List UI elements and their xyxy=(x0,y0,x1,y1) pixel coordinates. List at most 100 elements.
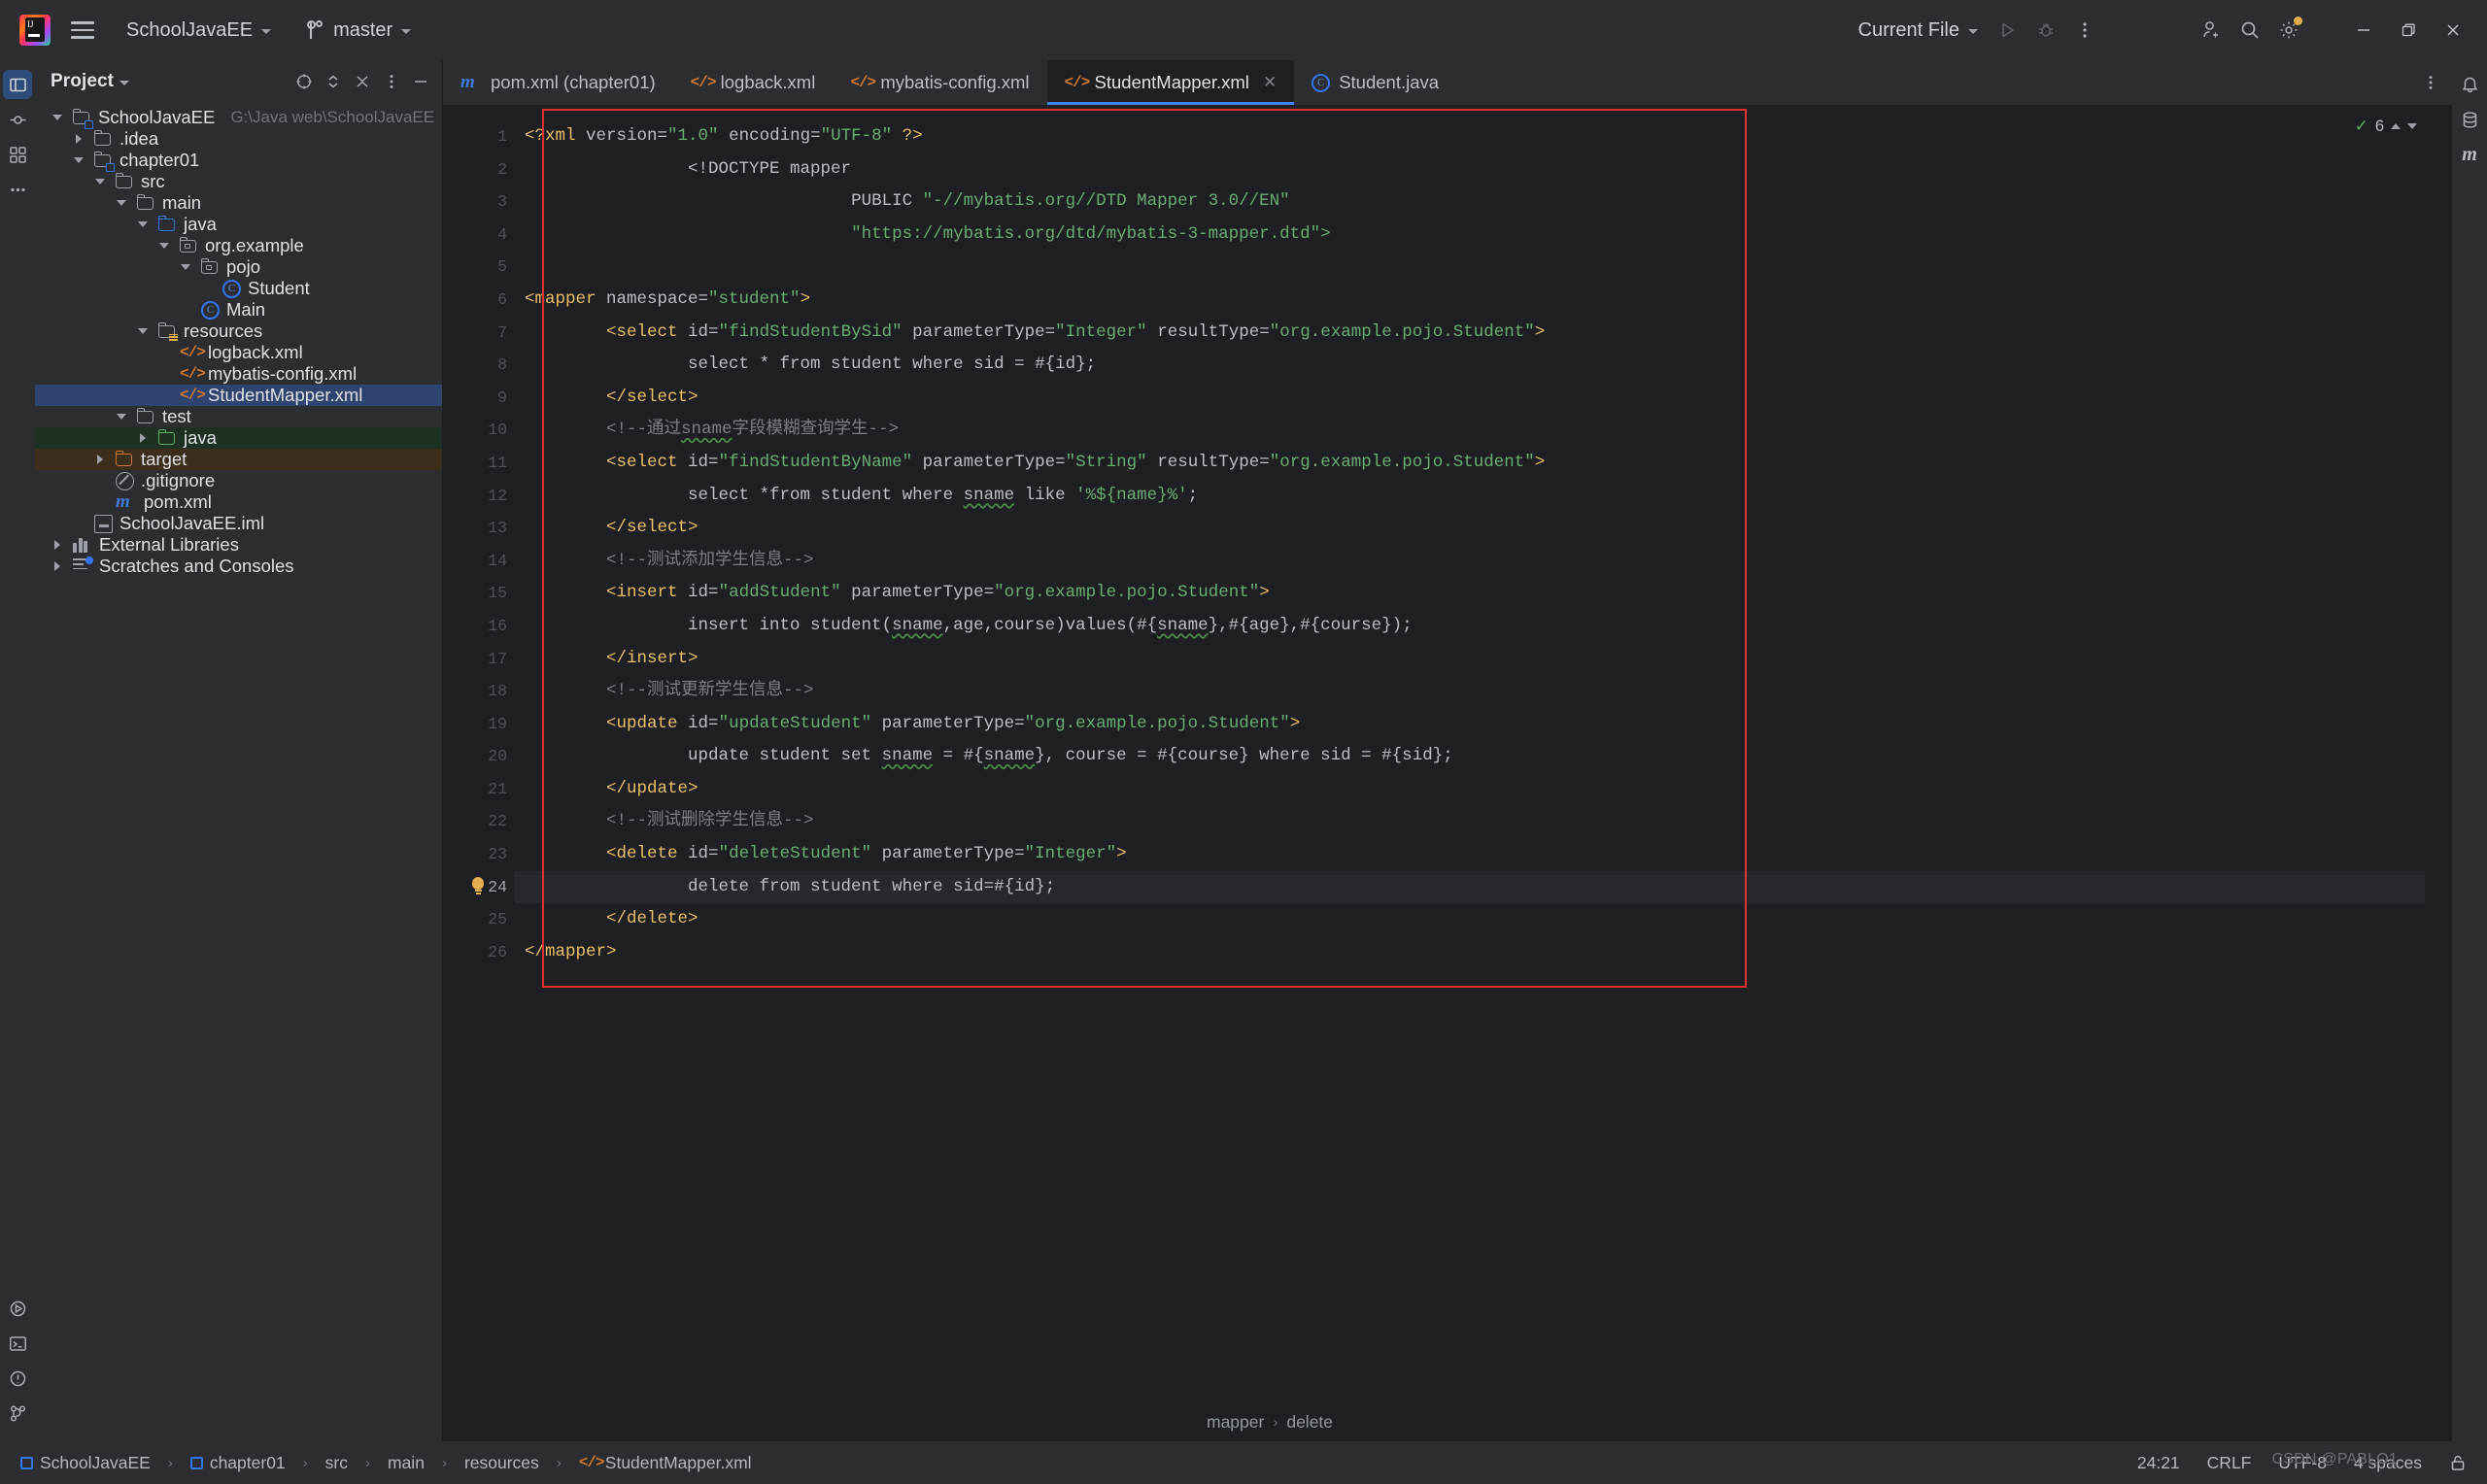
run-button[interactable] xyxy=(1988,11,2027,50)
editor-tab-mybatis-config-xml[interactable]: </> mybatis-config.xml xyxy=(833,60,1046,105)
line-number[interactable]: 12 xyxy=(443,480,515,513)
line-number[interactable]: 5 xyxy=(443,251,515,284)
line-number[interactable]: 16 xyxy=(443,610,515,643)
tree-item-scratches-and-consoles[interactable]: Scratches and Consoles xyxy=(35,556,442,577)
line-number[interactable]: 23 xyxy=(443,838,515,871)
tree-toggle-expanded-icon[interactable] xyxy=(49,109,66,126)
tree-item-pojo[interactable]: pojo xyxy=(35,256,442,278)
editor-code[interactable]: <?xml version="1.0" encoding="UTF-8" ?> … xyxy=(515,105,2425,1402)
line-number[interactable]: 22 xyxy=(443,805,515,838)
tree-item-pom-xml[interactable]: m pom.xml xyxy=(35,491,442,513)
caret-position[interactable]: 24:21 xyxy=(2130,1450,2187,1476)
code-line[interactable]: <select id="findStudentByName" parameter… xyxy=(515,447,2425,480)
editor-gutter[interactable]: 1 2 3 4 5 6 7 8 9 10 11 12 13 14 15 16 17 18 19 20 21 22 23 24 2… xyxy=(443,105,515,1402)
file-encoding[interactable]: UTF-8 xyxy=(2271,1450,2334,1476)
previous-problem-icon[interactable] xyxy=(2391,123,2401,129)
line-number[interactable]: 10 xyxy=(443,414,515,447)
code-line[interactable] xyxy=(515,251,2425,284)
tree-toggle-expanded-icon[interactable] xyxy=(91,173,109,190)
status-breadcrumb-item[interactable]: SchoolJavaEE xyxy=(14,1450,157,1476)
add-user-icon[interactable] xyxy=(2192,11,2231,50)
editor-tab-close-icon[interactable]: ✕ xyxy=(1263,73,1277,92)
branch-selector[interactable]: master xyxy=(298,15,421,47)
code-line[interactable]: </delete> xyxy=(515,903,2425,936)
tree-toggle-collapsed-icon[interactable] xyxy=(49,536,66,554)
editor-tab-logback-xml[interactable]: </> logback.xml xyxy=(673,60,834,105)
settings-gear-icon[interactable] xyxy=(2269,11,2308,50)
select-opened-file-icon[interactable] xyxy=(290,68,318,95)
rail-structure-icon[interactable] xyxy=(3,140,32,169)
debug-button[interactable] xyxy=(2027,11,2065,50)
line-number[interactable]: 9 xyxy=(443,382,515,415)
editor-options-icon[interactable] xyxy=(2417,69,2444,96)
tree-item-studentmapper-xml[interactable]: </> StudentMapper.xml xyxy=(35,385,442,406)
rail-terminal-icon[interactable] xyxy=(3,1329,32,1358)
editor-marker-bar[interactable] xyxy=(2425,105,2452,1402)
line-number[interactable]: 3 xyxy=(443,186,515,219)
editor-tab-pom-xml-chapter01[interactable]: m pom.xml (chapter01) xyxy=(443,60,673,105)
line-number[interactable]: 24 xyxy=(443,871,515,904)
tree-item-mybatis-config-xml[interactable]: </> mybatis-config.xml xyxy=(35,363,442,385)
line-number[interactable]: 17 xyxy=(443,643,515,676)
main-menu-icon[interactable] xyxy=(66,14,99,47)
rail-version-control-icon[interactable] xyxy=(3,1399,32,1428)
read-only-lock-icon[interactable] xyxy=(2442,1451,2473,1475)
code-line[interactable]: <select id="findStudentBySid" parameterT… xyxy=(515,317,2425,350)
line-number[interactable]: 20 xyxy=(443,740,515,773)
rail-database-icon[interactable] xyxy=(2455,105,2484,134)
tree-toggle-expanded-icon[interactable] xyxy=(134,216,152,233)
project-selector[interactable]: SchoolJavaEE xyxy=(117,15,281,47)
rail-maven-icon[interactable]: m xyxy=(2455,140,2484,169)
tree-item-org-example[interactable]: org.example xyxy=(35,235,442,256)
collapse-all-icon[interactable] xyxy=(349,68,376,95)
tree-item-student[interactable]: C Student xyxy=(35,278,442,299)
code-line[interactable]: <!DOCTYPE mapper xyxy=(515,153,2425,186)
tree-item-java[interactable]: java xyxy=(35,427,442,449)
code-line[interactable]: update student set sname = #{sname}, cou… xyxy=(515,740,2425,773)
intention-bulb-icon[interactable] xyxy=(470,876,486,897)
project-options-icon[interactable] xyxy=(378,68,405,95)
line-number[interactable]: 8 xyxy=(443,349,515,382)
chevron-down-icon[interactable] xyxy=(119,80,130,85)
code-line[interactable]: <insert id="addStudent" parameterType="o… xyxy=(515,577,2425,610)
tree-item-logback-xml[interactable]: </> logback.xml xyxy=(35,342,442,363)
code-line[interactable]: <?xml version="1.0" encoding="UTF-8" ?> xyxy=(515,120,2425,153)
inspection-widget[interactable]: ✓ 6 xyxy=(2355,117,2417,136)
status-breadcrumb-item[interactable]: chapter01 xyxy=(184,1450,292,1476)
breadcrumb-item-1[interactable]: delete xyxy=(1286,1412,1333,1433)
rail-problems-icon[interactable] xyxy=(3,1364,32,1393)
tree-item-idea[interactable]: .idea xyxy=(35,128,442,150)
line-number[interactable]: 1 xyxy=(443,120,515,153)
code-line[interactable]: </select> xyxy=(515,382,2425,415)
tree-item-java[interactable]: java xyxy=(35,214,442,235)
tree-toggle-collapsed-icon[interactable] xyxy=(70,130,87,148)
status-breadcrumb-item[interactable]: main xyxy=(381,1450,431,1476)
line-number[interactable]: 18 xyxy=(443,675,515,708)
code-line[interactable]: <!--测试删除学生信息--> xyxy=(515,805,2425,838)
next-problem-icon[interactable] xyxy=(2407,123,2417,129)
tree-item-main[interactable]: main xyxy=(35,192,442,214)
tree-toggle-expanded-icon[interactable] xyxy=(113,408,130,425)
run-configuration-selector[interactable]: Current File xyxy=(1849,15,1988,47)
code-line[interactable]: <update id="updateStudent" parameterType… xyxy=(515,708,2425,741)
tree-item-gitignore[interactable]: .gitignore xyxy=(35,470,442,491)
line-number[interactable]: 21 xyxy=(443,773,515,806)
status-breadcrumb-item[interactable]: src xyxy=(319,1450,355,1476)
tree-toggle-expanded-icon[interactable] xyxy=(155,237,173,254)
line-separator[interactable]: CRLF xyxy=(2200,1450,2259,1476)
code-line[interactable]: <!--通过sname字段模糊查询学生--> xyxy=(515,414,2425,447)
tree-item-external-libraries[interactable]: External Libraries xyxy=(35,534,442,556)
line-number[interactable]: 15 xyxy=(443,577,515,610)
rail-project-icon[interactable] xyxy=(3,70,32,99)
status-breadcrumb-item[interactable]: </> StudentMapper.xml xyxy=(572,1450,759,1476)
code-line[interactable]: "https://mybatis.org/dtd/mybatis-3-mappe… xyxy=(515,219,2425,252)
code-line[interactable]: </insert> xyxy=(515,643,2425,676)
code-line[interactable]: insert into student(sname,age,course)val… xyxy=(515,610,2425,643)
code-line[interactable]: <delete id="deleteStudent" parameterType… xyxy=(515,838,2425,871)
code-line[interactable]: select * from student where sid = #{id}; xyxy=(515,349,2425,382)
code-line[interactable]: delete from student where sid=#{id}; xyxy=(515,870,2425,904)
code-line[interactable]: <!--测试添加学生信息--> xyxy=(515,545,2425,578)
tree-toggle-collapsed-icon[interactable] xyxy=(49,557,66,575)
line-number[interactable]: 14 xyxy=(443,545,515,578)
status-breadcrumb-item[interactable]: resources xyxy=(458,1450,546,1476)
